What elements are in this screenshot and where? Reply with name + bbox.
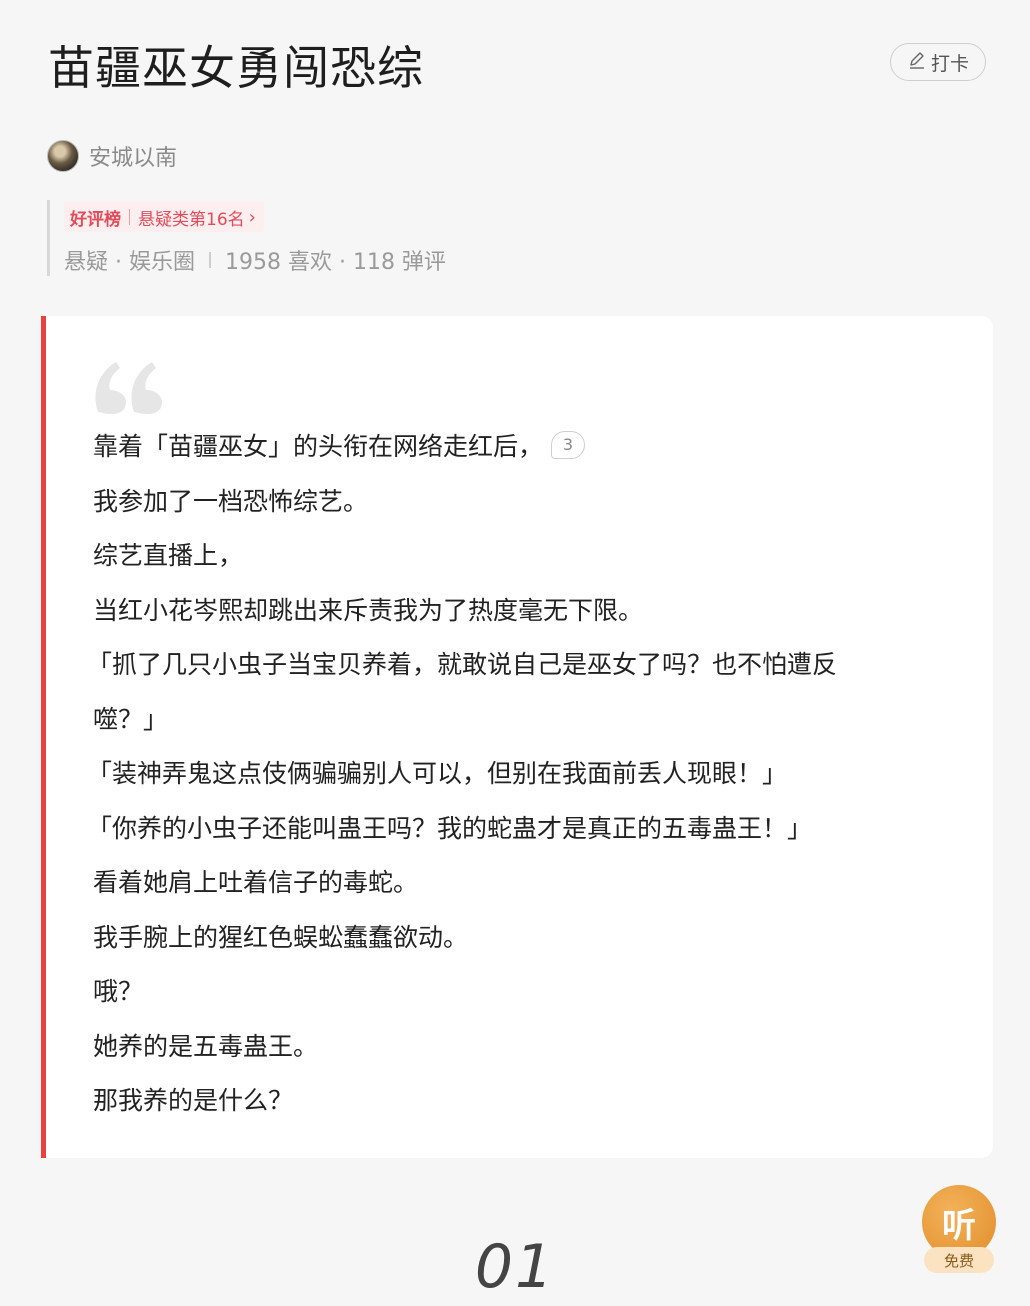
stats-divider bbox=[208, 252, 211, 268]
rank-position: 悬疑类第16名 bbox=[138, 209, 245, 230]
excerpt-line[interactable]: 那我养的是什么？ bbox=[93, 1074, 963, 1129]
checkin-label: 打卡 bbox=[930, 52, 969, 75]
checkin-button[interactable]: 打卡 bbox=[890, 43, 986, 81]
excerpt-line[interactable]: 「装神弄鬼这点伎俩骗骗别人可以，但别在我面前丢人现眼！」 bbox=[87, 747, 963, 802]
excerpt-line[interactable]: 靠着「苗疆巫女」的头衔在网络走红后， 3 bbox=[93, 420, 963, 475]
quote-icon bbox=[95, 362, 162, 414]
author-row[interactable]: 安城以南 bbox=[47, 140, 177, 172]
author-name[interactable]: 安城以南 bbox=[89, 140, 177, 172]
excerpt-line[interactable]: 「你养的小虫子还能叫蛊王吗？我的蛇蛊才是真正的五毒蛊王！」 bbox=[87, 802, 963, 857]
chevron-right-icon: › bbox=[248, 206, 256, 228]
genre-tags: 悬疑 · 娱乐圈 bbox=[64, 250, 195, 275]
listen-button[interactable]: 听 免费 bbox=[920, 1185, 998, 1275]
excerpt-line[interactable]: 我手腕上的猩红色蜈蚣蠢蠢欲动。 bbox=[93, 911, 963, 966]
rank-badge[interactable]: 好评榜 悬疑类第16名 › bbox=[64, 202, 264, 232]
book-meta: 好评榜 悬疑类第16名 › 悬疑 · 娱乐圈 1958 喜欢 · 118 弹评 bbox=[47, 200, 446, 276]
chapter-number: 01 bbox=[474, 1232, 556, 1302]
excerpt-line[interactable]: 哦？ bbox=[93, 965, 963, 1020]
excerpt-line[interactable]: 我参加了一档恐怖综艺。 bbox=[93, 475, 963, 530]
excerpt-line[interactable]: 「抓了几只小虫子当宝贝养着，就敢说自己是巫女了吗？也不怕遭反 bbox=[87, 638, 963, 693]
rank-divider bbox=[129, 209, 130, 225]
rank-list-name: 好评榜 bbox=[70, 209, 121, 230]
book-stats: 悬疑 · 娱乐圈 1958 喜欢 · 118 弹评 bbox=[64, 244, 446, 276]
paragraph-comment-button[interactable]: 3 bbox=[551, 431, 586, 459]
likes-comments: 1958 喜欢 · 118 弹评 bbox=[224, 250, 446, 275]
excerpt-text: 靠着「苗疆巫女」的头衔在网络走红后， 3 我参加了一档恐怖综艺。 综艺直播上， 当… bbox=[87, 420, 963, 1129]
excerpt-line[interactable]: 当红小花岑熙却跳出来斥责我为了热度毫无下限。 bbox=[93, 584, 963, 639]
excerpt-line[interactable]: 看着她肩上吐着信子的毒蛇。 bbox=[93, 856, 963, 911]
excerpt-line[interactable]: 噬？」 bbox=[93, 693, 963, 748]
free-tag: 免费 bbox=[924, 1247, 994, 1273]
excerpt-line[interactable]: 综艺直播上， bbox=[93, 529, 963, 584]
pen-icon bbox=[907, 50, 927, 75]
book-title: 苗疆巫女勇闯恐综 bbox=[48, 41, 424, 95]
excerpt-card: 靠着「苗疆巫女」的头衔在网络走红后， 3 我参加了一档恐怖综艺。 综艺直播上， 当… bbox=[41, 316, 993, 1158]
excerpt-line[interactable]: 她养的是五毒蛊王。 bbox=[93, 1020, 963, 1075]
avatar[interactable] bbox=[47, 140, 79, 172]
